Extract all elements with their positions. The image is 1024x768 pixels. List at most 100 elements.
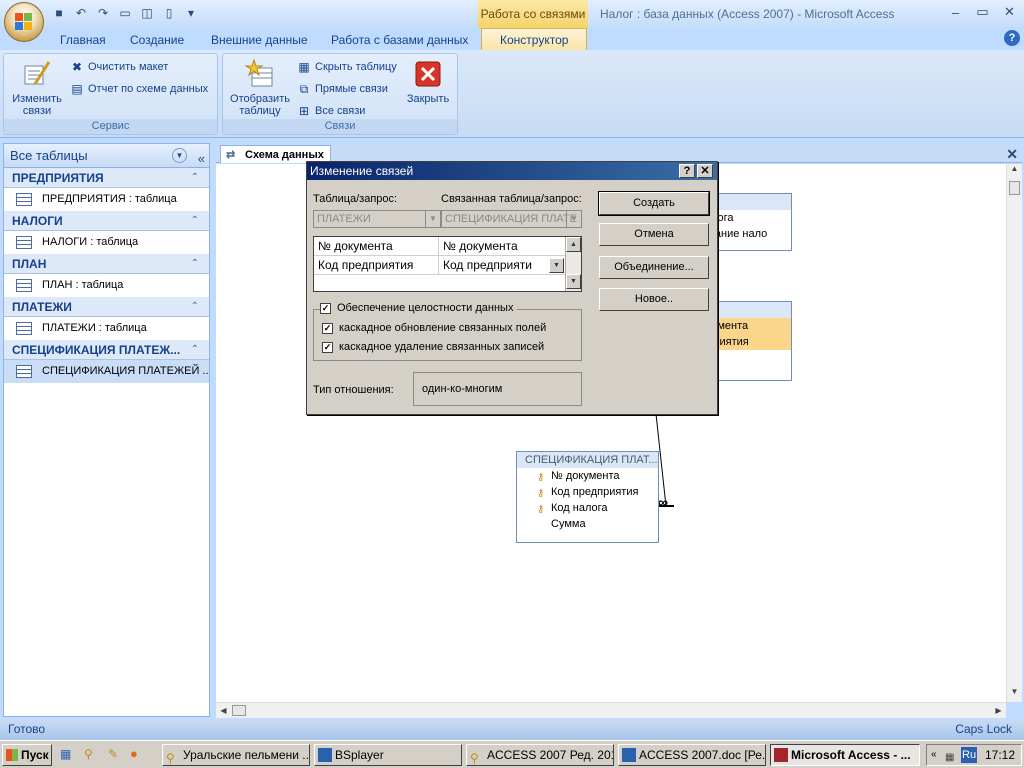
join-type-button[interactable]: Объединение... [599,256,709,279]
nav-item-table[interactable]: ПЛАТЕЖИ : таблица [4,317,209,340]
related-table-select[interactable]: СПЕЦИФИКАЦИЯ ПЛАТЕ ▼ [441,210,582,228]
grid-scrollbar[interactable]: ▲ ▼ [565,237,581,291]
direct-relations-button[interactable]: ⧉ Прямые связи [297,80,388,98]
scroll-up-icon[interactable]: ▲ [566,237,581,252]
grid-cell-left[interactable]: Код предприятия [314,256,439,275]
nav-item-table[interactable]: ПЛАН : таблица [4,274,209,297]
edit-relations-button[interactable]: Изменить связи [8,58,66,117]
nav-item-table[interactable]: НАЛОГИ : таблица [4,231,209,254]
tab-external-data[interactable]: Внешние данные [211,30,308,50]
show-table-icon [244,58,276,90]
maximize-icon[interactable]: ▭ [970,2,995,22]
print-preview-icon[interactable]: ◫ [138,4,156,22]
nav-group-platezhi[interactable]: ПЛАТЕЖИ ⌃ [4,297,209,317]
clock: 17:12 [984,748,1015,762]
chevron-up-icon: ⌃ [190,344,199,355]
scroll-left-icon[interactable]: ◀ [216,703,231,718]
firefox-icon[interactable]: ● [130,746,138,761]
undo-icon[interactable]: ↶ [72,4,90,22]
fields-grid[interactable]: № документа № документа Код предприятия … [313,236,582,292]
scroll-up-icon[interactable]: ▲ [1007,164,1022,179]
nav-header[interactable]: Все таблицы ▼ « [4,144,209,168]
field-enterprise-code[interactable]: ⚷ Код предприятия [517,484,658,500]
create-button[interactable]: Создать [598,191,710,216]
field-doc-number[interactable]: ⚷ № документа [517,468,658,484]
close-document-icon[interactable]: ✕ [1006,146,1018,163]
save-icon[interactable]: ■ [50,4,68,22]
start-button[interactable]: Пуск [2,744,52,766]
clear-layout-button[interactable]: ✖ Очистить макет [70,58,168,76]
grid-cell-left[interactable]: № документа [314,237,439,256]
tab-database-tools[interactable]: Работа с базами данных [331,30,468,50]
customize-qat-icon[interactable]: ▾ [182,4,200,22]
table-field-list-specification[interactable]: СПЕЦИФИКАЦИЯ ПЛАТ... ⚷ № документа ⚷ Код п… [516,451,659,543]
quicklaunch-icon[interactable]: ▦ [60,747,71,761]
tab-create[interactable]: Создание [130,30,184,50]
table-icon [16,365,32,378]
scroll-down-icon[interactable]: ▼ [1007,687,1022,702]
cascade-update-checkbox[interactable]: ✓ каскадное обновление связанных полей [322,322,546,334]
integrity-checkbox[interactable]: ✓ Обеспечение целостности данных [320,302,518,314]
nav-group-predpriyatiya[interactable]: ПРЕДПРИЯТИЯ ⌃ [4,168,209,188]
cancel-button[interactable]: Отмена [599,223,709,246]
nav-group-nalogi[interactable]: НАЛОГИ ⌃ [4,211,209,231]
taskbar-item[interactable]: BSplayer [314,744,462,766]
show-table-button[interactable]: Отобразить таблицу [227,58,293,117]
grid-row[interactable]: № документа № документа [314,237,566,256]
table-query-select[interactable]: ПЛАТЕЖИ ▼ [313,210,441,228]
open-icon[interactable]: ▭ [116,4,134,22]
redo-icon[interactable]: ↷ [94,4,112,22]
quicklaunch-search-icon[interactable]: ⚲ [84,747,93,761]
field-tax-code[interactable]: ⚷ Код налога [517,500,658,516]
relationships-icon: ⇄ [226,149,236,161]
hide-table-button[interactable]: ▦ Скрыть таблицу [297,58,396,76]
close-relations-button[interactable]: Закрыть [403,58,453,105]
report-icon: ▤ [71,82,83,96]
horizontal-scrollbar[interactable]: ◀ ▶ [216,702,1006,718]
nav-title: Все таблицы [10,148,88,163]
create-new-button[interactable]: Новое.. [599,288,709,311]
vertical-scrollbar[interactable]: ▲ ▼ [1006,164,1022,702]
close-icon[interactable]: ✕ [997,2,1022,22]
group-service: Изменить связи ✖ Очистить макет ▤ Отчет … [3,53,218,135]
help-icon[interactable]: ? [1004,30,1020,46]
tab-design[interactable]: Конструктор [481,28,588,50]
taskbar: Пуск ▦ ⚲ ✎ ● ⚲ Уральские пельмени ... BSp… [0,740,1024,768]
scroll-thumb[interactable] [232,705,246,716]
office-logo-icon [15,13,33,31]
close-icon[interactable]: ✕ [697,164,713,178]
taskbar-item[interactable]: ⚲ ACCESS 2007 Ред. 2012 [466,744,614,766]
scroll-right-icon[interactable]: ▶ [991,703,1006,718]
nav-dropdown-icon[interactable]: ▼ [172,148,187,163]
all-relations-icon: ⊞ [298,104,310,118]
grid-cell-right[interactable]: Код предприяти [439,256,549,275]
relation-report-button[interactable]: ▤ Отчет по схеме данных [70,80,208,98]
chevron-down-icon[interactable]: ▼ [549,258,564,273]
nav-item-table[interactable]: СПЕЦИФИКАЦИЯ ПЛАТЕЖЕЙ ... [4,360,209,383]
scroll-down-icon[interactable]: ▼ [566,274,581,289]
nav-group-specifikaciya[interactable]: СПЕЦИФИКАЦИЯ ПЛАТЕЖ... ⌃ [4,340,209,360]
field-sum[interactable]: Сумма [517,516,658,532]
help-icon[interactable]: ? [679,164,695,178]
cascade-delete-checkbox[interactable]: ✓ каскадное удаление связанных записей [322,341,544,353]
new-icon[interactable]: ▯ [160,4,178,22]
language-indicator[interactable]: Ru [961,747,978,763]
minimize-icon[interactable]: – [943,2,968,22]
tab-home[interactable]: Главная [60,30,106,50]
grid-row[interactable]: Код предприятия Код предприяти ▼ [314,256,566,275]
taskbar-item-active[interactable]: Microsoft Access - ... [770,744,920,766]
taskbar-item[interactable]: ⚲ Уральские пельмени ... [162,744,310,766]
all-relations-button[interactable]: ⊞ Все связи [297,102,365,120]
word-doc-icon [622,748,636,762]
nav-group-plan[interactable]: ПЛАН ⌃ [4,254,209,274]
quicklaunch-tools-icon[interactable]: ✎ [108,747,118,761]
scroll-thumb[interactable] [1009,181,1020,195]
taskbar-item[interactable]: ACCESS 2007.doc [Ре... [618,744,766,766]
grid-cell-right[interactable]: № документа [439,237,566,256]
keyboard-icon[interactable]: ▦ [945,748,954,768]
dialog-titlebar[interactable]: Изменение связей ? ✕ [307,162,717,180]
office-button[interactable] [4,2,44,42]
nav-item-table[interactable]: ПРЕДПРИЯТИЯ : таблица [4,188,209,211]
bsplayer-icon [318,748,332,762]
tray-arrow-icon[interactable]: « [931,745,937,765]
